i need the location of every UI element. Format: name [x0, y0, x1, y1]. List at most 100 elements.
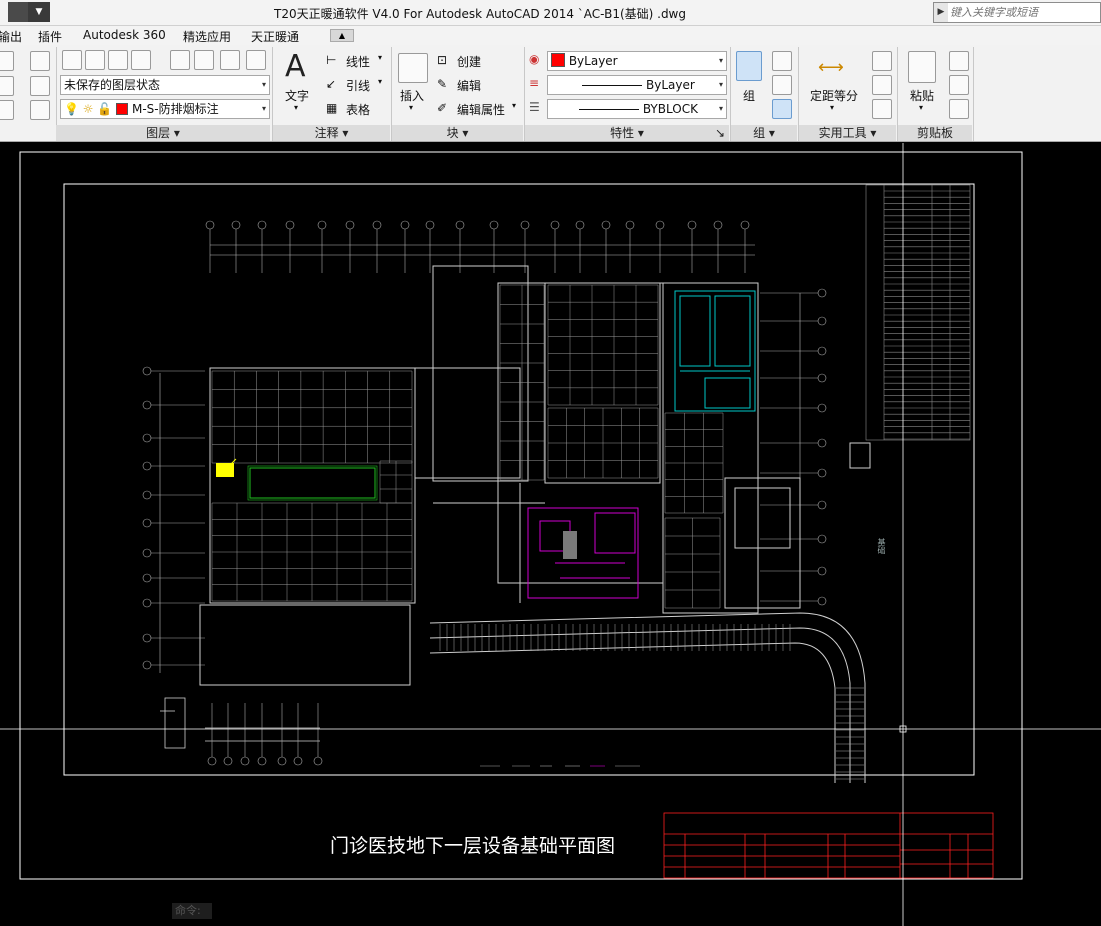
lineweight-select[interactable]: BYBLOCK ▾ [547, 99, 727, 119]
layer-tool-icon[interactable] [0, 100, 14, 120]
layer-walk-icon[interactable] [30, 76, 50, 96]
text-button[interactable]: 文字 [285, 87, 309, 104]
ribbon-minimize-icon[interactable]: ▲ [330, 29, 354, 42]
command-line[interactable]: 命令: [172, 903, 212, 919]
magenta-zone [527, 507, 639, 599]
right-grid-axes [760, 288, 827, 606]
layer-isolate-icon[interactable] [108, 50, 128, 70]
layer-off-icon[interactable] [85, 50, 105, 70]
dimension-linear-icon[interactable]: ⊢ [326, 53, 336, 67]
group-panel-label[interactable]: 组 ▾ [731, 125, 797, 141]
linetype-icon[interactable]: ≡ [529, 76, 539, 90]
leader-button[interactable]: 引线 [346, 77, 370, 94]
panel-launcher-icon: ↘ [714, 126, 725, 140]
chevron-down-icon[interactable]: ▾ [378, 77, 382, 86]
layer-lock-icon[interactable] [170, 50, 190, 70]
layer-previous-icon[interactable] [246, 50, 266, 70]
current-layer-value: M-S-防排烟标注 [131, 102, 219, 116]
rooms-middle [499, 284, 659, 481]
search-expand-icon[interactable]: ▶ [934, 3, 948, 22]
window-title: T20天正暖通软件 V4.0 For Autodesk AutoCAD 2014… [273, 7, 686, 21]
lightbulb-icon: 💡 [64, 102, 79, 116]
bottom-left-detail [160, 697, 320, 749]
inner-drawing-frame [63, 183, 975, 776]
layer-state-value: 未保存的图层状态 [64, 78, 161, 92]
copy-icon[interactable] [949, 75, 969, 95]
search-input[interactable] [950, 4, 1098, 21]
table-icon[interactable]: ▦ [326, 101, 337, 115]
quick-select-icon[interactable] [872, 51, 892, 71]
copy-base-icon[interactable] [949, 99, 969, 119]
tab-autodesk-360[interactable]: Autodesk 360 [83, 28, 166, 42]
tab-plugins[interactable]: 插件 [38, 28, 62, 45]
color-select[interactable]: ByLayer ▾ [547, 51, 727, 71]
layer-isolate-icon[interactable] [30, 100, 50, 120]
outer-sheet-frame [19, 151, 1023, 880]
curved-ramp [429, 612, 866, 783]
group-icon[interactable] [736, 51, 762, 81]
layer-unlock-icon[interactable] [194, 50, 214, 70]
drawing-canvas[interactable]: 门诊医技地下一层设备基础平面图 基础 命令: [0, 143, 1101, 926]
linear-dimension-button[interactable]: 线性 [346, 53, 370, 70]
properties-panel-label[interactable]: 特性 ▾ ↘ [525, 125, 729, 141]
lineweight-icon[interactable]: ☰ [529, 100, 540, 114]
chevron-down-icon[interactable]: ▾ [378, 53, 382, 62]
floor-plan-drawing[interactable] [0, 143, 1101, 926]
highlighted-equipment [216, 463, 234, 477]
layer-properties-icon[interactable] [62, 50, 82, 70]
chevron-down-icon[interactable]: ▾ [409, 103, 413, 112]
sheet-title: 门诊医技地下一层设备基础平面图 [330, 835, 616, 857]
chevron-down-icon[interactable]: ▾ [512, 101, 516, 110]
annotation-panel-label[interactable]: 注释 ▾ [273, 125, 390, 141]
measure-icon[interactable]: ⟷ [818, 57, 844, 78]
leader-icon[interactable]: ↙ [326, 77, 336, 91]
insert-button[interactable]: 插入 [400, 87, 424, 104]
linetype-value: ByLayer [646, 78, 695, 92]
clipboard-panel-label[interactable]: 剪贴板 [898, 125, 972, 141]
lineweight-value: BYBLOCK [642, 102, 698, 116]
search-box[interactable]: ▶ [933, 2, 1101, 23]
table-button[interactable]: 表格 [346, 101, 370, 118]
group-select-icon[interactable] [772, 99, 792, 119]
insert-block-icon[interactable] [398, 53, 428, 83]
calculator-icon[interactable] [872, 99, 892, 119]
tab-tianzheng-hvac[interactable]: 天正暖通 [251, 28, 299, 45]
layer-tool-icon[interactable] [0, 51, 14, 71]
ungroup-icon[interactable] [772, 51, 792, 71]
measure-button[interactable]: 定距等分 [810, 87, 858, 104]
group-edit-icon[interactable] [772, 75, 792, 95]
edit-block-button[interactable]: 编辑 [457, 77, 481, 94]
chevron-down-icon[interactable]: ▾ [294, 103, 298, 112]
chevron-down-icon[interactable]: ▾ [919, 103, 923, 112]
layer-tool-icon[interactable] [0, 76, 14, 96]
cyan-zone [674, 290, 756, 412]
dimension-lines [159, 244, 801, 673]
paste-button[interactable]: 粘贴 [910, 87, 934, 104]
layer-state-select[interactable]: 未保存的图层状态 ▾ [60, 75, 270, 95]
utilities-panel-label[interactable]: 实用工具 ▾ [799, 125, 896, 141]
linetype-select[interactable]: ByLayer ▾ [547, 75, 727, 95]
paste-icon[interactable] [908, 51, 936, 83]
layer-panel-label[interactable]: 图层 ▾ [56, 125, 270, 141]
current-layer-select[interactable]: 💡 ☼ 🔓 M-S-防排烟标注 ▾ [60, 99, 270, 119]
edit-attributes-icon[interactable]: ✐ [437, 101, 447, 115]
select-similar-icon[interactable] [872, 75, 892, 95]
color-swatch [551, 53, 565, 67]
match-layer-icon[interactable] [30, 51, 50, 71]
cut-icon[interactable] [949, 51, 969, 71]
layer-freeze-icon[interactable] [131, 50, 151, 70]
edit-block-icon[interactable]: ✎ [437, 77, 447, 91]
chevron-down-icon[interactable]: ▾ [830, 103, 834, 112]
text-icon[interactable]: A [285, 49, 306, 84]
create-block-button[interactable]: 创建 [457, 53, 481, 70]
group-button[interactable]: 组 [743, 87, 755, 104]
tab-output[interactable]: 输出 [0, 28, 22, 45]
layer-match-icon[interactable] [220, 50, 240, 70]
tab-featured-apps[interactable]: 精选应用 [183, 28, 231, 45]
edit-attributes-button[interactable]: 编辑属性 [457, 101, 505, 118]
create-block-icon[interactable]: ⊡ [437, 53, 447, 67]
ribbon-tabs: 输出 插件 Autodesk 360 精选应用 天正暖通 ▲ [0, 26, 1101, 45]
color-wheel-icon[interactable]: ◉ [529, 52, 539, 66]
block-panel-label[interactable]: 块 ▾ [392, 125, 523, 141]
autocad-window: ▼ T20天正暖通软件 V4.0 For Autodesk AutoCAD 20… [0, 0, 1101, 926]
